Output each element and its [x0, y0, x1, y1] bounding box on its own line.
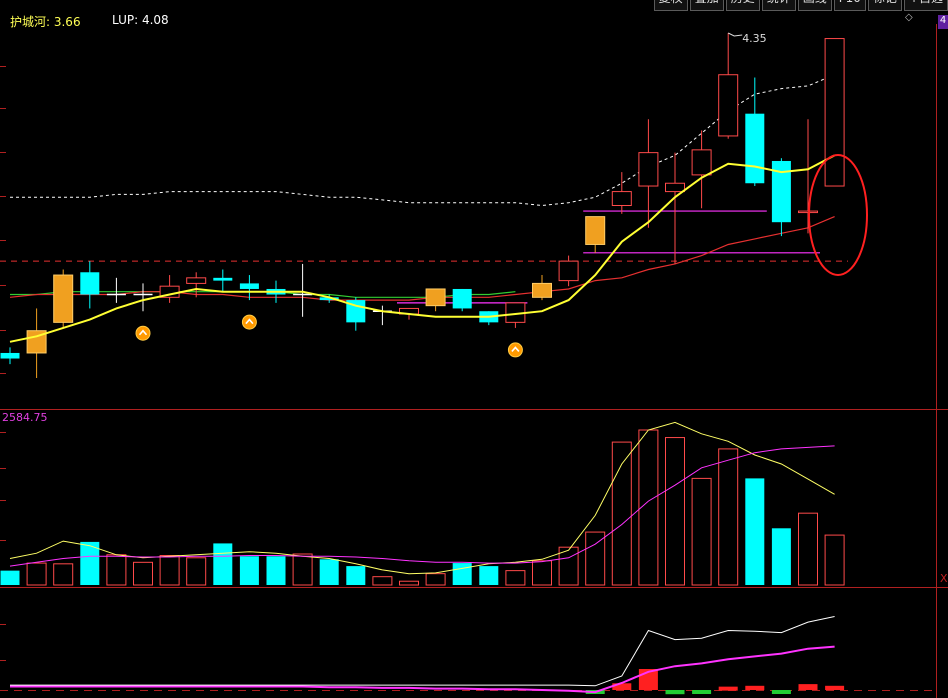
high-price-label: 4.35: [742, 32, 767, 45]
candle-body: [798, 210, 818, 214]
toolbar-button-label: 标记: [873, 0, 897, 5]
volume-bar: [239, 556, 259, 585]
volume-bar: [425, 573, 446, 586]
toolbar: 复权 叠加 历史 统计 画线 F10 标记 +自选: [652, 0, 948, 11]
candle-body: [532, 282, 552, 298]
toolbar-button-label: 画线: [803, 0, 827, 5]
stock-chart: 4.35: [0, 24, 948, 698]
volume-bar: [479, 566, 499, 585]
candle-body: [611, 191, 632, 207]
indicator-bar: [745, 685, 765, 690]
candle-body: [80, 272, 100, 295]
volume-bar: [452, 563, 472, 585]
volume-bar: [133, 561, 153, 586]
candle-body: [239, 283, 259, 289]
volume-bar: [399, 580, 419, 586]
toolbar-button-label: 历史: [731, 0, 755, 5]
toolbar-button-1[interactable]: 叠加: [689, 0, 724, 11]
volume-label: 2584.75: [2, 411, 48, 424]
volume-bar: [346, 566, 366, 585]
volume-bar: [0, 570, 20, 585]
indicator-white-line: [10, 616, 835, 687]
candle-body: [824, 38, 845, 187]
volume-bar: [585, 531, 606, 586]
candle-body: [638, 152, 659, 187]
close-panel-icon[interactable]: X: [940, 572, 948, 585]
candle-body: [558, 260, 579, 282]
volume-bar: [798, 512, 818, 586]
candle-body: [585, 216, 606, 245]
candle-body: [691, 149, 712, 176]
signal-up-icon: [507, 342, 523, 358]
toolbar-button-6[interactable]: 标记: [867, 0, 902, 11]
high-pointer: [727, 32, 743, 37]
volume-bar: [319, 559, 339, 585]
toolbar-button-label: +自选: [909, 0, 943, 5]
scale-badge[interactable]: 4: [938, 15, 948, 29]
volume-bar: [718, 448, 739, 586]
ma-yellow-line: [9, 154, 836, 343]
volume-bar: [824, 534, 845, 586]
toolbar-button-label: 叠加: [695, 0, 719, 5]
volume-bar: [745, 478, 765, 585]
volume-bar: [691, 477, 712, 586]
signal-up-icon: [135, 325, 151, 341]
volume-bar: [505, 570, 526, 586]
toolbar-button-0[interactable]: 复权: [653, 0, 688, 11]
indicator-bar: [771, 690, 791, 694]
candle-body: [718, 74, 739, 137]
volume-bar: [372, 576, 393, 586]
candle-body: [213, 277, 233, 281]
volume-bar: [186, 557, 207, 586]
toolbar-button-5[interactable]: F10: [833, 0, 866, 11]
indicator-bar: [798, 684, 818, 690]
indicator-bar: [692, 690, 712, 694]
toolbar-button-4[interactable]: 画线: [797, 0, 832, 11]
volume-bar: [159, 555, 180, 586]
candle-body: [425, 288, 446, 307]
volume-bar: [665, 437, 685, 586]
scroll-diamond-icon[interactable]: ◇: [905, 12, 913, 23]
candle-body: [665, 182, 685, 193]
indicator-bar: [825, 685, 845, 690]
volume-bar: [26, 562, 47, 586]
signal-up-icon: [241, 314, 257, 330]
ma-red-line: [9, 216, 835, 301]
volume-bar: [106, 554, 127, 586]
toolbar-button-label: 复权: [659, 0, 683, 5]
volume-bar: [771, 528, 791, 585]
volume-bar: [213, 543, 233, 585]
candle-body: [745, 113, 765, 184]
volume-bar: [532, 560, 552, 586]
candle-body: [53, 274, 74, 323]
ma-dashed-line: [10, 74, 835, 207]
toolbar-button-label: 统计: [767, 0, 791, 5]
indicator-bar: [665, 690, 685, 695]
toolbar-button-2[interactable]: 历史: [725, 0, 760, 11]
volume-bar: [53, 563, 74, 586]
volume-bar: [266, 556, 286, 585]
indicator-lup: LUP: 4.08: [112, 13, 169, 27]
candle-body: [186, 277, 207, 284]
indicator-bar: [718, 686, 738, 691]
candle-body: [452, 288, 472, 309]
toolbar-button-3[interactable]: 统计: [761, 0, 796, 11]
candle-body: [0, 352, 20, 359]
volume-bar: [292, 553, 313, 586]
indicator-label-name: 护城河: 3.66: [10, 15, 81, 29]
toolbar-button-7[interactable]: +自选: [903, 0, 948, 11]
toolbar-button-label: F10: [839, 0, 861, 5]
